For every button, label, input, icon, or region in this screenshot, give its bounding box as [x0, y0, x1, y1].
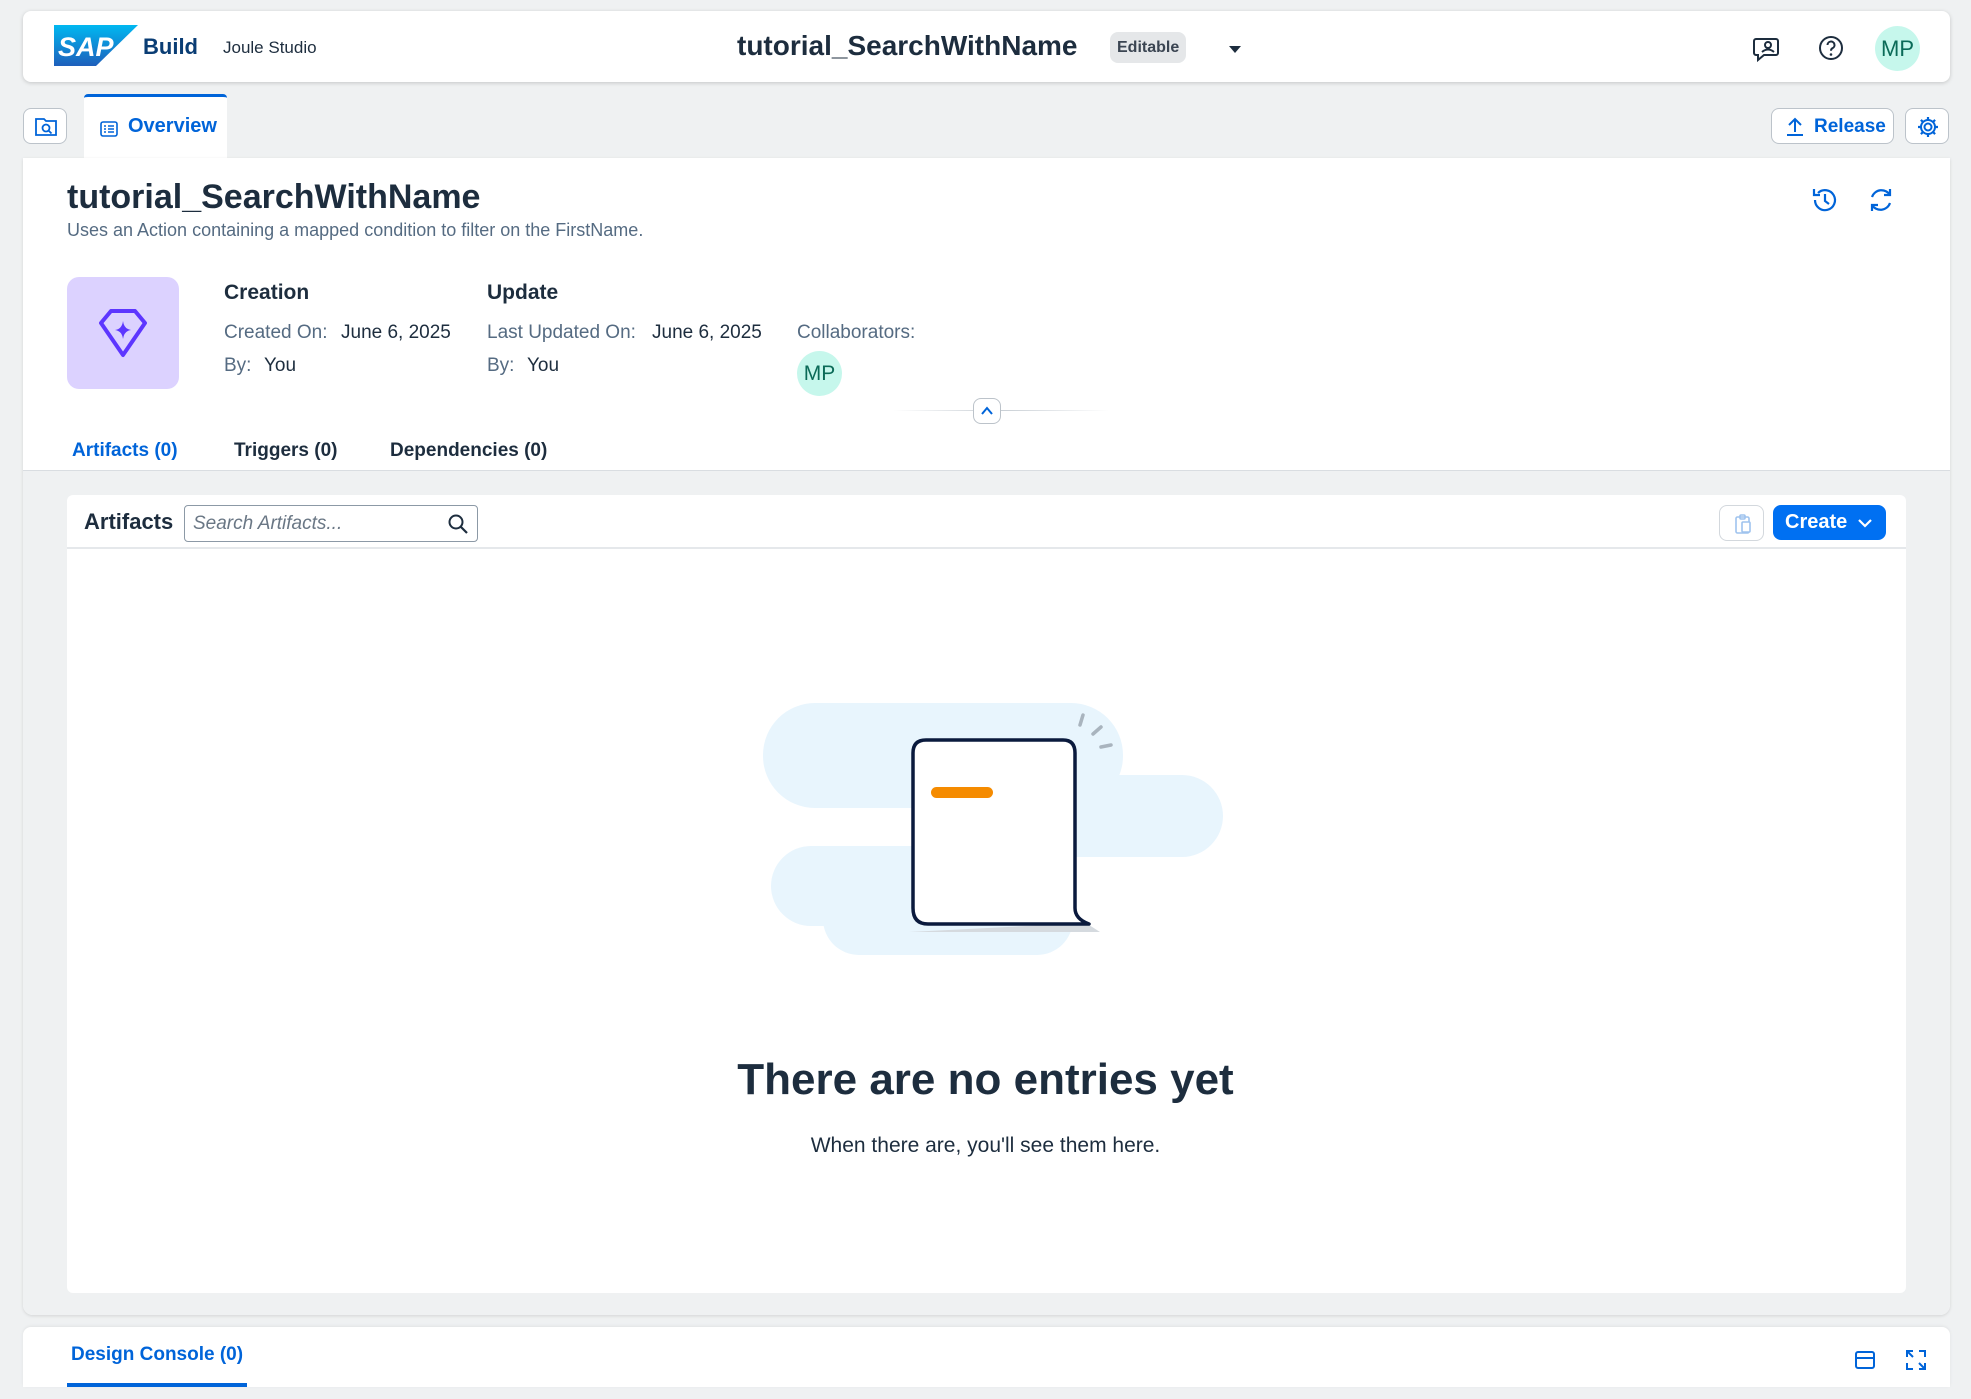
brand-name[interactable]: Build — [143, 34, 198, 60]
status-badge: Editable — [1110, 32, 1187, 63]
release-button-label: Release — [1814, 116, 1886, 137]
created-by-value: You — [264, 355, 297, 376]
project-title: tutorial_SearchWithName — [737, 30, 1078, 61]
svg-text:SAP: SAP — [58, 32, 115, 62]
tab-overview[interactable]: Overview — [84, 94, 227, 158]
settings-button[interactable] — [1905, 108, 1949, 144]
tab-artifacts-label: Artifacts (0) — [72, 440, 178, 461]
collapse-header-button[interactable] — [973, 398, 1001, 424]
diamond-sparkle-icon — [99, 309, 147, 357]
page-subtitle: Uses an Action containing a mapped condi… — [67, 220, 644, 240]
updated-on-label: Last Updated On: — [487, 322, 636, 343]
chevron-down-icon — [1858, 519, 1872, 528]
collaborator-avatar[interactable]: MP — [797, 351, 842, 396]
created-on-value: June 6, 2025 — [341, 322, 451, 343]
updated-by-value: You — [527, 355, 560, 376]
user-avatar[interactable]: MP — [1875, 26, 1920, 71]
chevron-up-icon — [981, 406, 993, 415]
artifacts-toolbar: Artifacts Create — [67, 495, 1906, 549]
design-console: Design Console (0) — [23, 1327, 1950, 1387]
search-project-button[interactable] — [23, 108, 67, 144]
joule-chat-icon[interactable] — [1751, 33, 1781, 63]
create-button-label: Create — [1785, 511, 1848, 533]
paste-icon — [1735, 514, 1751, 534]
creation-heading: Creation — [224, 281, 310, 304]
fullscreen-icon[interactable] — [1903, 1347, 1929, 1373]
page-title: tutorial_SearchWithName — [67, 178, 481, 216]
tab-overview-label: Overview — [128, 115, 217, 137]
project-icon — [67, 277, 179, 389]
search-icon[interactable] — [447, 513, 469, 535]
created-on-label: Created On: — [224, 322, 328, 343]
history-icon[interactable] — [1809, 184, 1841, 216]
updated-on-value: June 6, 2025 — [652, 322, 762, 343]
empty-state-title: There are no entries yet — [737, 1055, 1234, 1104]
shell-bar: SAP Build Joule Studio tutorial_SearchWi… — [23, 11, 1950, 82]
release-button[interactable]: Release — [1771, 108, 1894, 144]
refresh-icon[interactable] — [1865, 184, 1897, 216]
product-name: Joule Studio — [223, 38, 317, 57]
sap-logo[interactable]: SAP — [54, 25, 138, 66]
overview-tab-icon — [100, 121, 118, 137]
caret-down-icon[interactable] — [1223, 39, 1247, 59]
create-button[interactable]: Create — [1773, 505, 1886, 540]
paste-button[interactable] — [1719, 505, 1764, 541]
collaborators-label: Collaborators: — [797, 322, 916, 343]
help-icon[interactable] — [1816, 33, 1846, 63]
tab-triggers-label: Triggers (0) — [234, 440, 338, 461]
header-divider — [893, 410, 1109, 411]
upload-icon — [1787, 117, 1803, 136]
tab-dependencies-label: Dependencies (0) — [390, 440, 548, 461]
empty-state-subtitle: When there are, you'll see them here. — [810, 1134, 1161, 1157]
settings-icon — [1918, 117, 1938, 137]
tab-design-console-label: Design Console (0) — [71, 1344, 244, 1365]
search-artifacts-field[interactable] — [184, 505, 478, 542]
artifacts-title: Artifacts — [84, 509, 174, 534]
dock-panel-icon[interactable] — [1852, 1347, 1878, 1373]
search-artifacts-input[interactable] — [193, 511, 433, 537]
update-heading: Update — [487, 281, 559, 304]
tab-design-console[interactable]: Design Console (0) — [67, 1327, 248, 1387]
empty-state-illustration — [763, 703, 1223, 955]
created-by-label: By: — [224, 355, 252, 376]
search-project-icon — [35, 118, 57, 136]
updated-by-label: By: — [487, 355, 515, 376]
